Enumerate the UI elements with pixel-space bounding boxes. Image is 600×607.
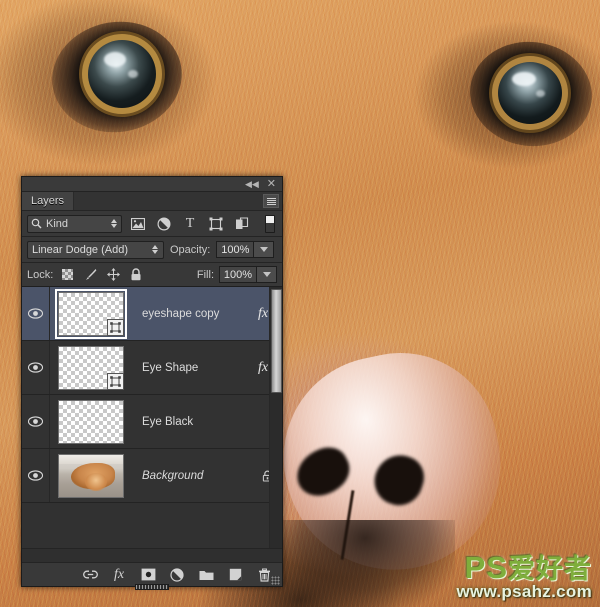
filter-enable-toggle[interactable] <box>265 214 275 233</box>
layer-thumbnail[interactable] <box>55 288 127 339</box>
background-thumbnail-image <box>59 454 123 497</box>
layer-visibility-toggle[interactable] <box>22 449 50 502</box>
layer-name[interactable]: eyeshape copy <box>132 308 252 320</box>
panel-menu-icon[interactable] <box>263 194 279 208</box>
eye-icon <box>28 362 43 373</box>
padlock-icon <box>131 268 141 281</box>
fx-icon: fx <box>257 305 269 321</box>
layer-thumbnail-cell[interactable] <box>50 453 132 498</box>
filter-pixel-layers-button[interactable] <box>128 215 148 233</box>
lock-position-button[interactable] <box>104 266 122 283</box>
filter-kind-select[interactable]: Kind <box>27 214 122 233</box>
adjustment-half-circle-icon <box>170 567 184 582</box>
lock-bar: Lock: Fill: 100% <box>22 263 282 287</box>
layer-thumbnail-cell[interactable] <box>50 345 132 390</box>
fx-icon: fx <box>113 566 125 582</box>
vector-mask-badge-icon <box>107 318 124 336</box>
panel-titlebar: ◀◀ ✕ <box>22 177 282 192</box>
layer-visibility-toggle[interactable] <box>22 287 50 340</box>
new-adjustment-layer-button[interactable] <box>169 567 185 583</box>
lock-transparent-pixels-button[interactable] <box>58 266 76 283</box>
layer-thumbnail-cell[interactable] <box>50 288 132 339</box>
table-row[interactable]: Eye Shape fx <box>22 341 282 395</box>
lock-all-button[interactable] <box>127 266 145 283</box>
thumb-dog-head <box>85 472 107 491</box>
magnifier-icon <box>31 218 42 229</box>
panel-tab-strip: Layers <box>22 192 282 211</box>
filter-type-layers-button[interactable]: T <box>180 215 200 233</box>
panel-spacer <box>22 548 282 562</box>
layer-thumbnail[interactable] <box>58 345 124 390</box>
opacity-input[interactable]: 100% <box>216 241 255 258</box>
add-layer-mask-button[interactable] <box>140 567 156 583</box>
table-row[interactable]: Eye Black <box>22 395 282 449</box>
blend-mode-value: Linear Dodge (Add) <box>32 243 129 256</box>
layer-name[interactable]: Eye Black <box>132 416 252 428</box>
filter-smart-objects-button[interactable] <box>232 215 252 233</box>
new-group-button[interactable] <box>198 567 214 583</box>
eye-icon <box>28 308 43 319</box>
lock-label: Lock: <box>27 268 54 281</box>
opacity-label: Opacity: <box>170 243 211 256</box>
blend-mode-select[interactable]: Linear Dodge (Add) <box>27 240 164 259</box>
filter-kind-value: Kind <box>46 217 69 230</box>
eye-icon <box>28 470 43 481</box>
blend-mode-stepper-icon[interactable] <box>152 245 158 254</box>
type-t-icon: T <box>185 215 195 231</box>
layer-list-scrollbar[interactable] <box>269 287 282 548</box>
close-icon[interactable]: ✕ <box>267 178 276 190</box>
eye-icon <box>28 416 43 427</box>
table-row[interactable]: eyeshape copy fx <box>22 287 282 341</box>
layer-thumbnail[interactable] <box>58 399 124 444</box>
brush-icon <box>85 269 97 280</box>
layer-visibility-toggle[interactable] <box>22 395 50 448</box>
panel-resize-grip[interactable] <box>271 576 280 585</box>
layer-name[interactable]: Eye Shape <box>132 362 252 374</box>
filter-shape-layers-button[interactable] <box>206 215 226 233</box>
tab-strip-empty <box>74 192 282 210</box>
fx-icon: fx <box>257 359 269 375</box>
layer-style-button[interactable]: fx <box>111 567 127 583</box>
collapse-to-icons-icon[interactable]: ◀◀ <box>245 179 259 189</box>
scrollbar-thumb[interactable] <box>271 289 282 393</box>
kind-stepper-icon[interactable] <box>111 219 117 228</box>
layers-bottom-toolbar: fx <box>22 562 282 590</box>
new-layer-icon <box>229 568 241 581</box>
folder-icon <box>199 570 213 580</box>
layer-thumbnail[interactable] <box>58 453 124 498</box>
fill-dropdown-icon[interactable] <box>257 266 277 283</box>
panel-bottom-resize-handle[interactable] <box>135 584 169 590</box>
filter-adjustment-layers-button[interactable] <box>154 215 174 233</box>
checkerboard-icon <box>61 269 73 280</box>
delete-layer-button[interactable] <box>256 567 272 583</box>
vector-mask-badge-icon <box>107 372 124 390</box>
new-layer-button[interactable] <box>227 567 243 583</box>
blend-mode-bar: Linear Dodge (Add) Opacity: 100% <box>22 237 282 263</box>
layer-list: eyeshape copy fx Eye Shape fx Eye Black … <box>22 287 282 548</box>
table-row[interactable]: Background <box>22 449 282 503</box>
tab-layers[interactable]: Layers <box>22 192 75 210</box>
fill-input[interactable]: 100% <box>219 266 257 283</box>
move-arrows-icon <box>106 268 120 281</box>
layers-panel: ◀◀ ✕ Layers Kind T Linear Dodge (Add) Op… <box>21 176 283 590</box>
layer-mask-icon <box>141 568 155 581</box>
trash-icon <box>258 567 270 582</box>
layer-name[interactable]: Background <box>132 470 252 482</box>
layer-filter-bar: Kind T <box>22 211 282 237</box>
layer-thumbnail-cell[interactable] <box>50 399 132 444</box>
lock-image-pixels-button[interactable] <box>81 266 99 283</box>
link-chain-icon <box>82 570 98 579</box>
layer-visibility-toggle[interactable] <box>22 341 50 394</box>
opacity-dropdown-icon[interactable] <box>254 241 275 258</box>
link-layers-button[interactable] <box>82 567 98 583</box>
fill-label: Fill: <box>196 268 214 281</box>
